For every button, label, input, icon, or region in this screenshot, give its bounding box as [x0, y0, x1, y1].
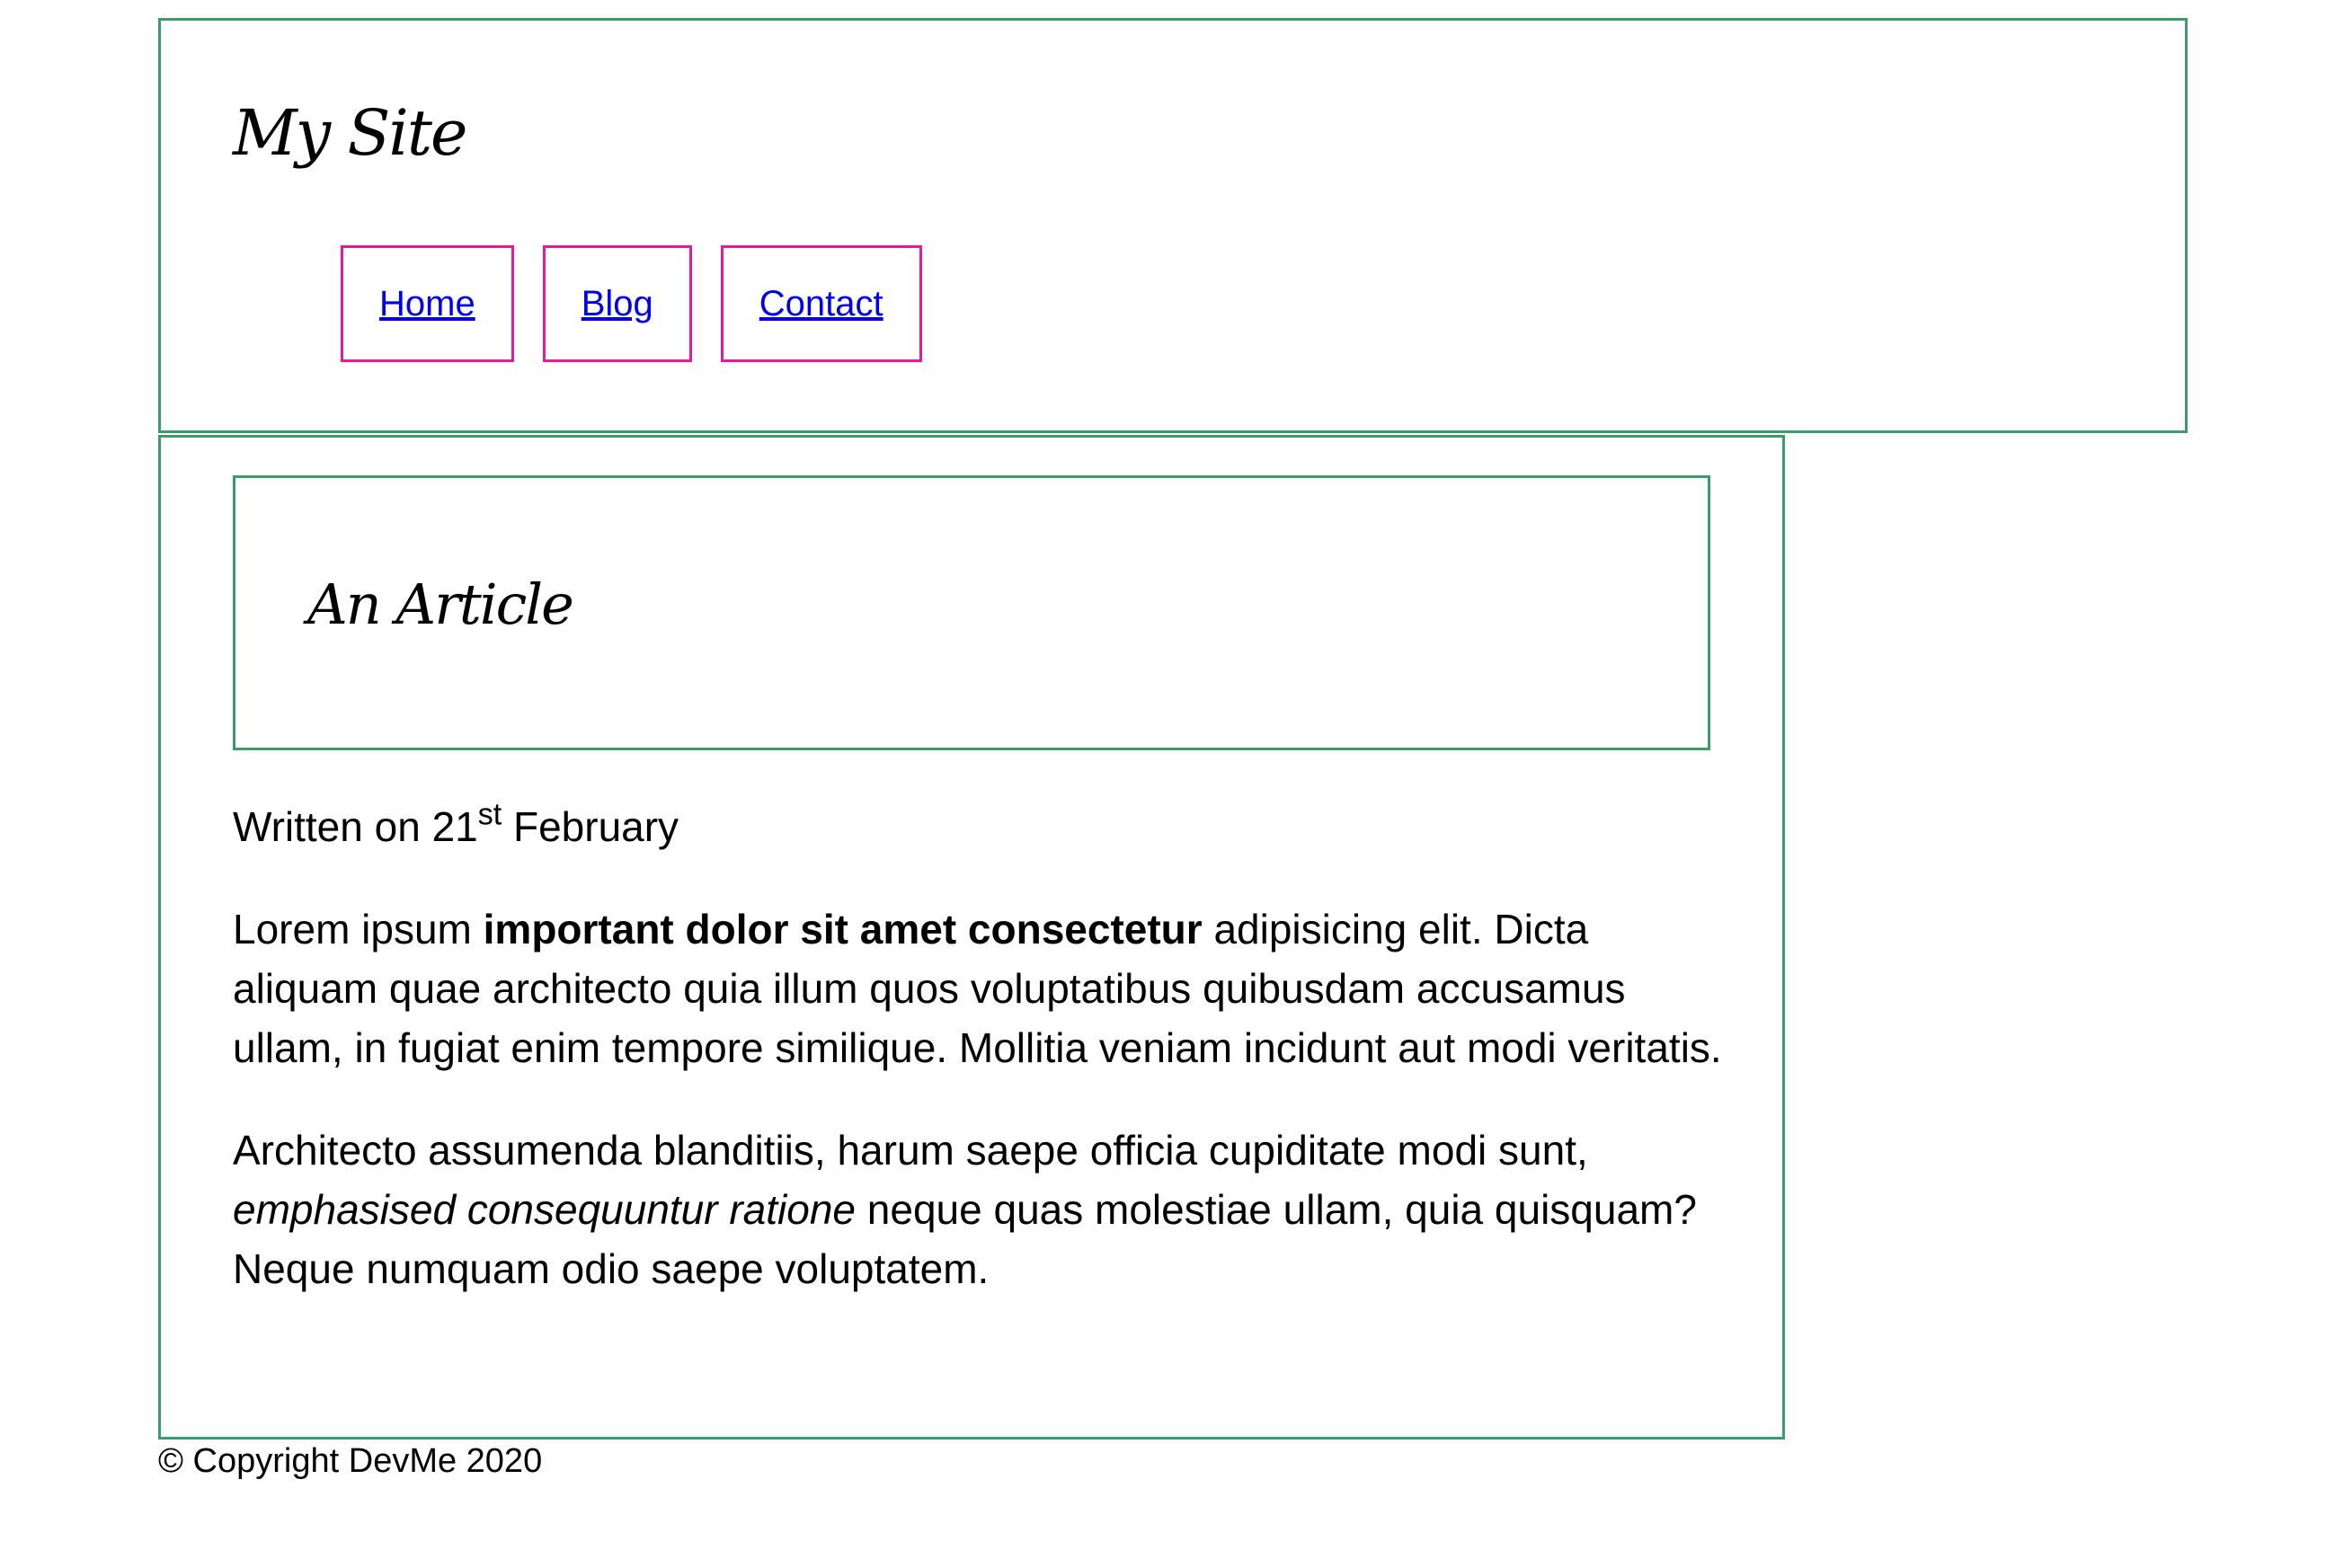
main-nav: Home Blog Contact: [341, 245, 922, 362]
date-ordinal: st: [477, 797, 502, 832]
article-paragraph-2: Architecto assumenda blanditiis, harum s…: [233, 1121, 1725, 1298]
paragraph-2-start: Architecto assumenda blanditiis, harum s…: [233, 1127, 1588, 1174]
article-title: An Article: [307, 571, 574, 637]
nav-link-home[interactable]: Home: [379, 284, 475, 324]
date-suffix: February: [502, 803, 679, 850]
article-body: Written on 21st February Lorem ipsum imp…: [233, 797, 1725, 1342]
main-content: An Article Written on 21st February Lore…: [158, 435, 1785, 1440]
site-footer: © Copyright DevMe 2020: [158, 1441, 542, 1481]
nav-item-contact: Contact: [720, 245, 922, 362]
date-prefix: Written on 21: [233, 803, 478, 850]
nav-link-contact[interactable]: Contact: [759, 284, 883, 324]
article-date: Written on 21st February: [233, 797, 1725, 856]
paragraph-1-start: Lorem ipsum: [233, 906, 484, 952]
paragraph-1-bold: important dolor sit amet consectetur: [483, 906, 1203, 952]
nav-item-blog: Blog: [542, 245, 692, 362]
nav-link-blog[interactable]: Blog: [582, 284, 653, 324]
site-header: My Site Home Blog Contact: [158, 18, 2188, 433]
copyright-text: © Copyright DevMe 2020: [158, 1442, 543, 1480]
article-paragraph-1: Lorem ipsum important dolor sit amet con…: [233, 899, 1725, 1077]
site-title: My Site: [233, 96, 467, 170]
paragraph-2-italic: emphasised consequuntur ratione: [233, 1186, 857, 1233]
article-header: An Article: [233, 475, 1710, 750]
nav-item-home: Home: [341, 245, 514, 362]
